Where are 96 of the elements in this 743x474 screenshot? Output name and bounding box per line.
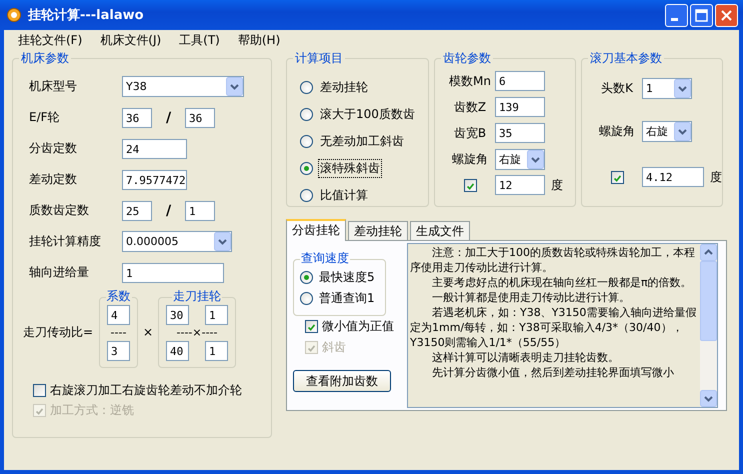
field-label: 齿数Z [452,98,488,116]
note-paragraph: 这样计算可以清晰表明走刀挂轮齿数。 [431,350,620,365]
radio-label: 差动挂轮 [319,79,369,96]
checkbox-label: 斜齿 [322,339,346,356]
input-field[interactable]: 30 [166,304,189,324]
input-field[interactable]: 3 [107,340,130,360]
checkbox[interactable] [305,320,318,333]
scrollbar[interactable] [700,244,717,407]
dropdown[interactable]: Y38 [122,76,244,97]
field-label: 差动定数 [28,171,78,188]
radio-button[interactable] [300,189,313,202]
field-label: 机床型号 [28,78,78,95]
dropdown[interactable]: 右旋 [495,148,545,170]
group-title: 走刀挂轮 [172,288,222,302]
input-field[interactable]: 1 [185,200,215,220]
input-field[interactable]: 24 [122,138,187,158]
radio-button[interactable] [300,271,313,284]
ratio-label: 走刀传动比= [23,324,94,340]
dropdown[interactable]: 右旋 [642,120,692,142]
group-title: 机床参数 [19,51,71,65]
checkbox[interactable] [33,384,46,396]
minimize-icon [671,18,678,20]
group-title: 计算项目 [293,51,345,65]
fraction-line: ----×---- [176,324,218,340]
input-field[interactable]: 4.12 [642,167,704,187]
input-field[interactable]: 40 [166,340,189,360]
scroll-down-icon[interactable] [700,390,717,407]
note-paragraph: 若遇老机床，如：Y38、Y3150需要输入轴向进给量假定为1mm/每转，如：Y38可采取输入4/3*（30/40），Y3150则需输入1/1*（55/55） [410,305,698,350]
scroll-up-icon[interactable] [700,244,717,261]
input-field[interactable]: 36 [122,108,152,128]
radio-label: 比值计算 [319,187,369,204]
checkbox-label: 微小值为正值 [322,318,394,335]
input-field[interactable]: 6 [495,71,545,91]
note-paragraph: 注意：加工大于100的质数齿轮或特殊齿轮加工，本程序使用走刀传动比进行计算。 [410,245,696,275]
input-field[interactable]: 7.9577472 [122,170,187,190]
field-label: 轴向进给量 [28,264,90,281]
field-label: E/F轮 [28,109,61,126]
radio-button[interactable] [300,81,313,94]
checkbox-label: 右旋滚刀加工右旋齿轮差动不加介轮 [50,382,242,398]
window-title: 挂轮计算---lalawo [28,7,145,24]
unit-label: 度 [710,168,722,186]
radio-label: 滚大于100质数齿 [319,106,416,123]
group-title: 齿轮参数 [441,51,493,65]
input-field[interactable]: 139 [495,97,545,117]
field-label: 挂轮计算精度 [28,233,102,250]
view-extra-teeth-button[interactable]: 查看附加齿数 [293,370,391,392]
radio-label: 无差动加工斜齿 [319,133,405,150]
scroll-thumb[interactable] [700,261,717,341]
radio-button[interactable] [300,292,313,305]
input-field[interactable]: 35 [495,123,545,143]
slash-separator: / [164,202,172,218]
minimize-button[interactable] [665,4,688,26]
radio-button[interactable] [300,162,313,175]
checkbox-label: 加工方式：逆铣 [50,402,134,418]
input-field[interactable]: 1 [205,340,228,360]
group-title: 系数 [106,288,132,302]
group-title: 滚刀基本参数 [588,51,664,65]
tab[interactable]: 差动挂轮 [348,221,408,240]
unit-label: 度 [551,176,563,194]
field-label: 齿宽B [452,124,488,142]
radio-label: 普通查询1 [318,290,376,307]
input-field[interactable]: 25 [122,200,152,220]
menu-item[interactable]: 机床文件(J) [100,32,162,48]
maximize-button[interactable] [690,4,713,26]
input-field[interactable]: 36 [185,108,215,128]
field-label: 螺旋角 [451,150,489,168]
field-label: 分齿定数 [28,140,78,157]
input-field[interactable]: 1 [205,304,228,324]
field-label: 模数Mn [448,72,492,90]
dropdown[interactable]: 0.000005 [122,231,232,252]
radio-button[interactable] [300,108,313,121]
radio-label: 滚特殊斜齿 [318,159,382,178]
input-field[interactable]: 12 [495,175,545,195]
menu-item[interactable]: 工具(T) [179,32,220,48]
menu-item[interactable]: 帮助(H) [238,32,280,48]
note-paragraph: 一般计算都是使用走刀传动比进行计算。 [431,290,631,305]
radio-button[interactable] [300,135,313,148]
multiply-sign: × [142,325,154,339]
group-title: 查询速度 [300,251,350,265]
field-label: 质数齿定数 [28,202,90,219]
note-paragraph: 先计算分齿微小值，然后到差动挂轮界面填写微小 [431,365,675,380]
checkbox[interactable] [610,170,624,184]
slash-separator: / [164,110,172,126]
close-button[interactable] [715,4,738,26]
tab[interactable]: 分齿挂轮 [286,219,346,241]
input-field[interactable]: 4 [107,304,130,324]
checkbox[interactable] [464,178,476,192]
tab[interactable]: 生成文件 [410,221,470,240]
input-field[interactable]: 1 [122,262,224,282]
note-paragraph: 主要考虑好点的机床现在轴向丝杠一般都是π的倍数。 [431,275,693,290]
dropdown[interactable]: 1 [642,78,692,98]
field-label: 螺旋角 [598,122,636,140]
menu-item[interactable]: 挂轮文件(F) [18,32,82,48]
radio-label: 最快速度5 [318,269,376,286]
field-label: 头数K [600,80,634,96]
fraction-line: ---- [110,324,126,340]
